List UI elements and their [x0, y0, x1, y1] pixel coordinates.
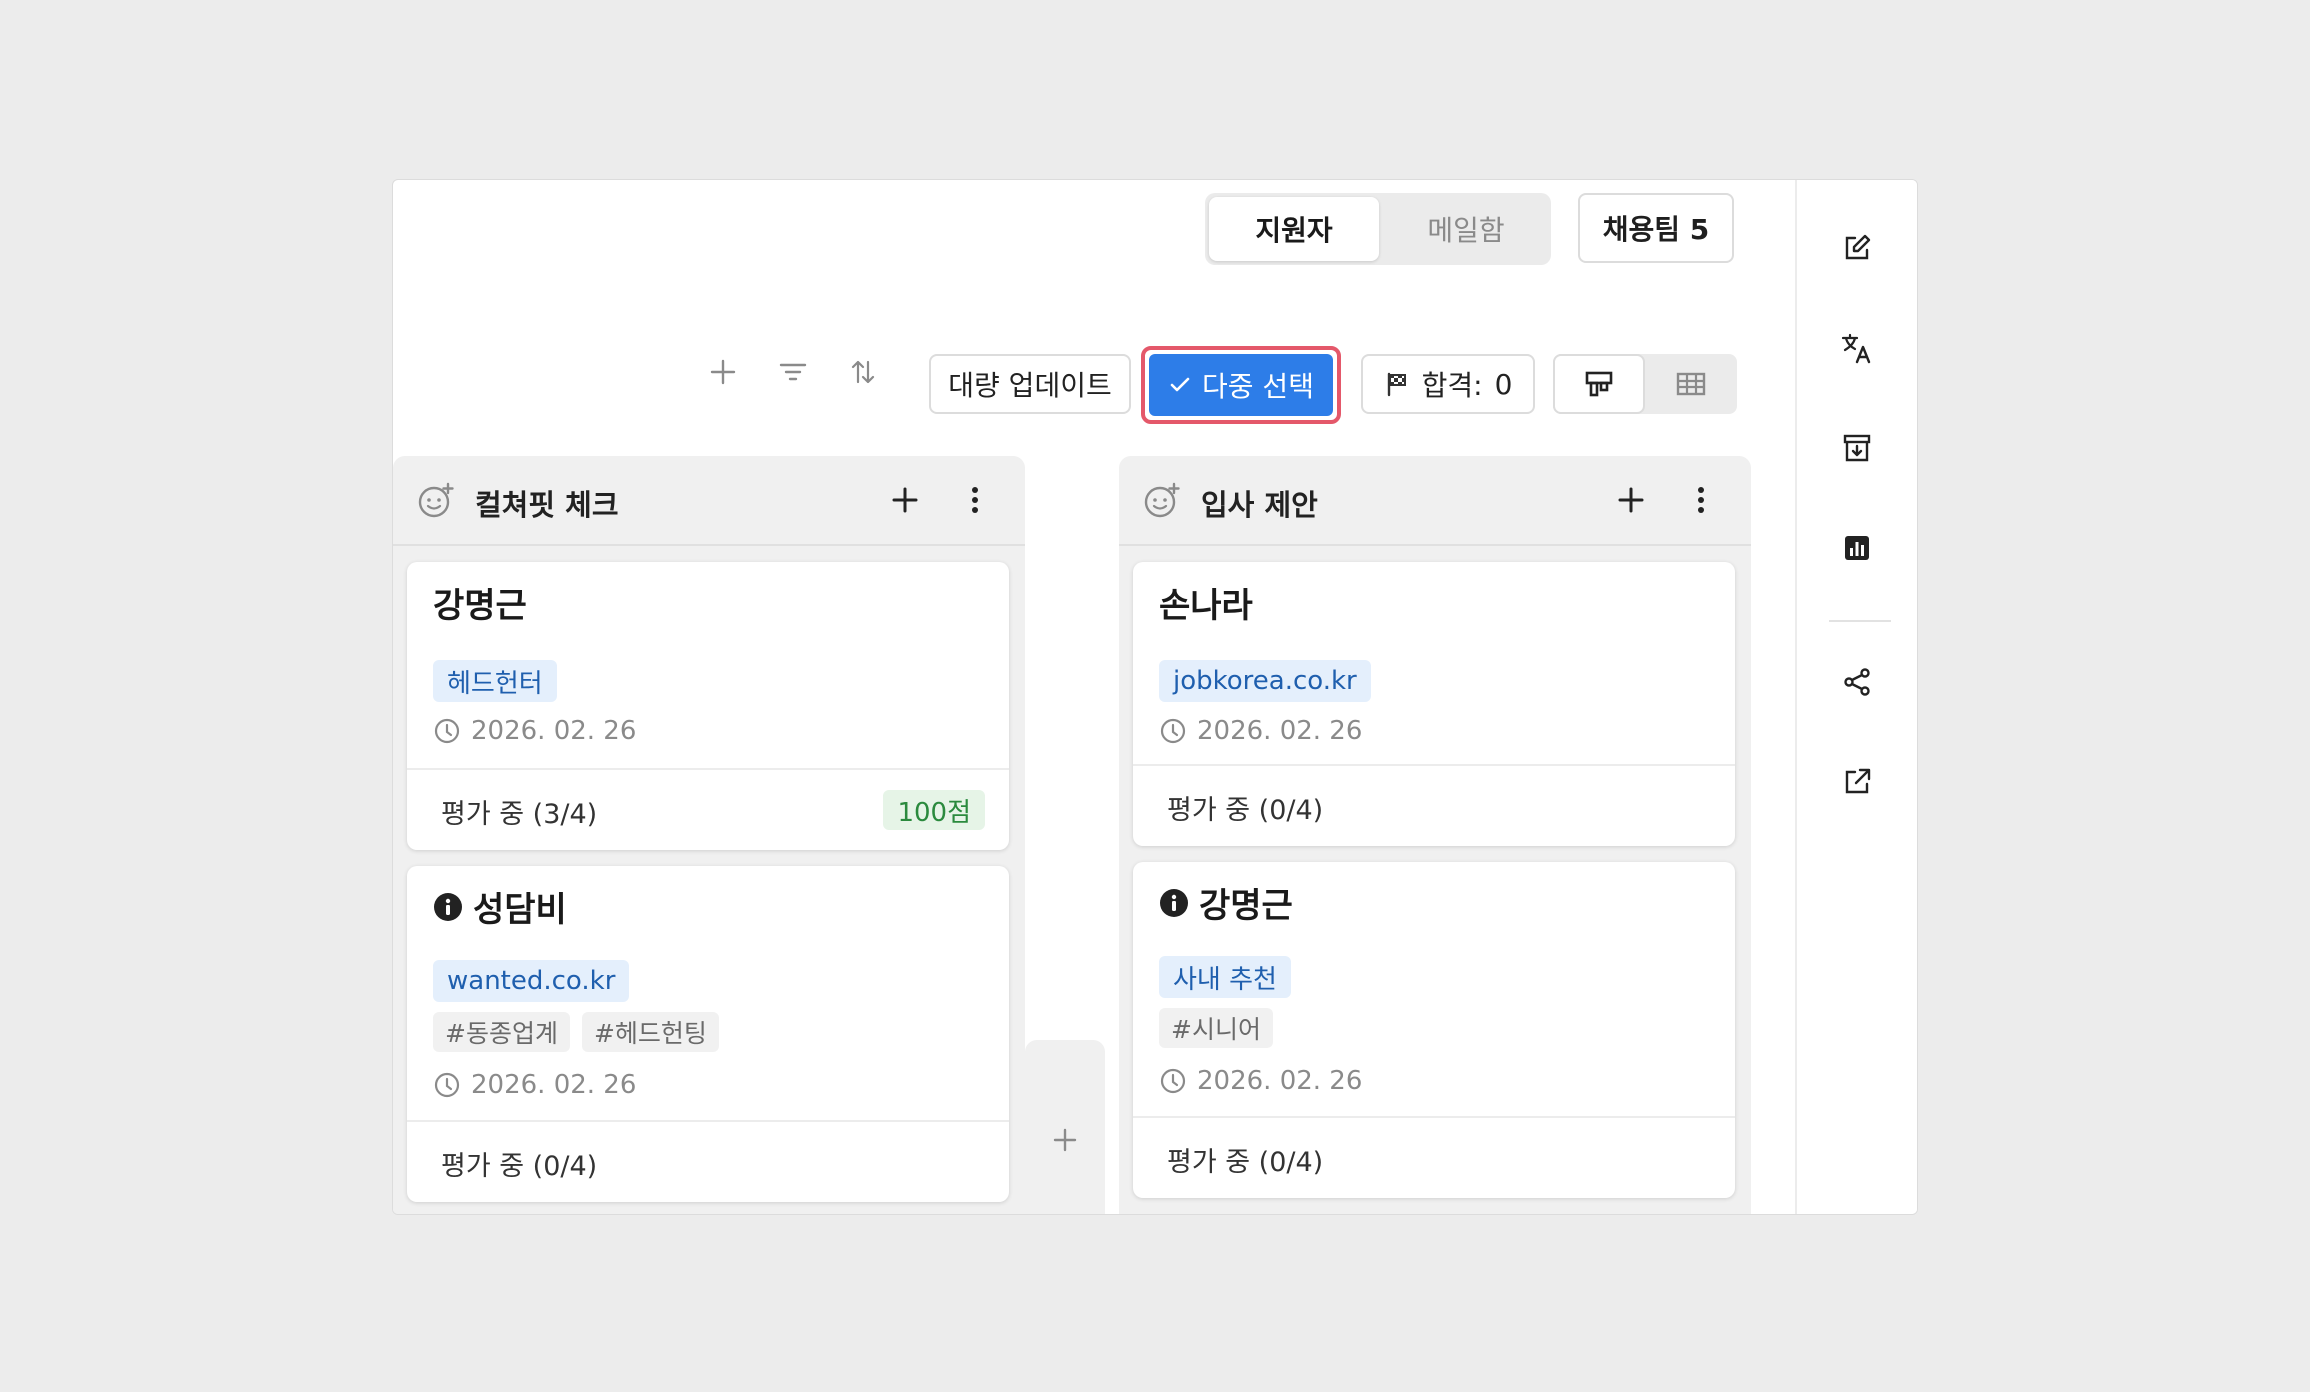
hashtag-list: #동종업계 #헤드헌팅 [433, 1012, 719, 1052]
info-icon [434, 892, 462, 921]
column-title: 컬쳐핏 체크 [475, 488, 619, 522]
app-window: 지원자 메일함 채용팀 5 대량 업데이트 다중 선택 합격: 0 컬쳐핏 체크… [392, 179, 1918, 1215]
multi-select-highlight: 다중 선택 [1141, 346, 1341, 424]
add-card-icon[interactable] [885, 480, 925, 520]
flag-icon [1387, 372, 1406, 397]
clock-icon [434, 1072, 460, 1098]
clock-icon [1160, 718, 1186, 744]
clock-icon [434, 718, 460, 744]
hashtag: #시니어 [1159, 1008, 1273, 1048]
hashtag: #헤드헌팅 [581, 1012, 719, 1052]
pipeline-column-culture-fit: 컬쳐핏 체크 강명근 헤드헌터 2026. 02. 26 평가 중 (3/4) … [393, 456, 1025, 1214]
check-icon [1170, 377, 1190, 392]
info-icon [1160, 888, 1188, 917]
bulk-update-button[interactable]: 대량 업데이트 [929, 354, 1131, 414]
board-view-button[interactable] [1553, 354, 1645, 414]
date-row: 2026. 02. 26 [1159, 1066, 1362, 1096]
card-footer: 평가 중 (0/4) [407, 1120, 1009, 1202]
add-column[interactable] [1025, 1040, 1105, 1214]
more-vertical-icon[interactable] [1681, 480, 1721, 520]
multi-select-label: 다중 선택 [1202, 370, 1314, 403]
filter-icon[interactable] [771, 350, 815, 394]
multi-select-button[interactable]: 다중 선택 [1149, 354, 1333, 416]
source-tag: 헤드헌터 [433, 660, 557, 702]
score-badge: 100점 [883, 790, 985, 830]
source-tag: wanted.co.kr [433, 960, 630, 1002]
more-vertical-icon[interactable] [955, 480, 995, 520]
applied-date: 2026. 02. 26 [471, 716, 637, 746]
share-icon[interactable] [1839, 664, 1875, 700]
candidate-name: 손나라 [1159, 586, 1253, 626]
sidebar-divider [1829, 620, 1891, 622]
sort-icon[interactable] [841, 350, 885, 394]
candidate-card[interactable]: 성담비 wanted.co.kr #동종업계 #헤드헌팅 2026. 02. 2… [407, 866, 1009, 1202]
evaluation-status: 평가 중 (0/4) [1167, 795, 1324, 826]
date-row: 2026. 02. 26 [433, 1070, 636, 1100]
candidate-card[interactable]: 손나라 jobkorea.co.kr 2026. 02. 26 평가 중 (0/… [1133, 562, 1735, 846]
pass-count-button[interactable]: 합격: 0 [1361, 354, 1535, 414]
candidate-name: 강명근 [1199, 886, 1293, 926]
hiring-team-button[interactable]: 채용팀 5 [1578, 193, 1734, 263]
plus-icon[interactable] [701, 350, 745, 394]
pipeline-column-offer: 입사 제안 손나라 jobkorea.co.kr 2026. 02. 26 평가… [1119, 456, 1751, 1214]
applied-date: 2026. 02. 26 [1197, 716, 1363, 746]
applied-date: 2026. 02. 26 [471, 1070, 637, 1100]
smiley-plus-icon [1144, 482, 1180, 518]
candidate-name-row: 강명근 [1159, 878, 1293, 927]
card-footer: 평가 중 (3/4) 100점 [407, 768, 1009, 850]
card-footer: 평가 중 (0/4) [1133, 764, 1735, 846]
edit-icon[interactable] [1839, 230, 1875, 266]
hashtag-list: #시니어 [1159, 1008, 1273, 1048]
date-row: 2026. 02. 26 [1159, 716, 1362, 746]
evaluation-status: 평가 중 (3/4) [441, 799, 598, 830]
source-tag: jobkorea.co.kr [1159, 660, 1371, 702]
column-header: 입사 제안 [1119, 456, 1751, 546]
applied-date: 2026. 02. 26 [1197, 1066, 1363, 1096]
smiley-plus-icon [418, 482, 454, 518]
view-tabs: 지원자 메일함 [1205, 193, 1551, 265]
table-view-button[interactable] [1645, 354, 1737, 414]
evaluation-status: 평가 중 (0/4) [1167, 1147, 1324, 1178]
evaluation-status: 평가 중 (0/4) [441, 1151, 598, 1182]
candidate-card[interactable]: 강명근 헤드헌터 2026. 02. 26 평가 중 (3/4) 100점 [407, 562, 1009, 850]
clock-icon [1160, 1068, 1186, 1094]
column-header: 컬쳐핏 체크 [393, 456, 1025, 546]
candidate-name: 성담비 [473, 890, 567, 930]
hashtag: #동종업계 [433, 1012, 570, 1052]
tab-applicants[interactable]: 지원자 [1209, 197, 1379, 261]
add-card-icon[interactable] [1611, 480, 1651, 520]
date-row: 2026. 02. 26 [433, 716, 636, 746]
candidate-card[interactable]: 강명근 사내 추천 #시니어 2026. 02. 26 평가 중 (0/4) [1133, 862, 1735, 1198]
archive-icon[interactable] [1839, 430, 1875, 466]
view-mode-toggle [1553, 354, 1737, 414]
card-footer: 평가 중 (0/4) [1133, 1116, 1735, 1198]
pass-label: 합격: [1421, 369, 1483, 402]
right-sidebar [1795, 180, 1917, 1214]
board-view-icon [1585, 371, 1613, 397]
chart-icon[interactable] [1839, 530, 1875, 566]
tab-mailbox[interactable]: 메일함 [1381, 197, 1551, 261]
pass-count: 0 [1494, 367, 1513, 401]
column-title: 입사 제안 [1201, 488, 1318, 522]
external-link-icon[interactable] [1839, 764, 1875, 800]
table-view-icon [1676, 372, 1706, 396]
source-tag: 사내 추천 [1159, 956, 1291, 998]
translate-icon[interactable] [1839, 330, 1875, 366]
candidate-name: 강명근 [433, 586, 527, 626]
candidate-name-row: 성담비 [433, 882, 567, 931]
plus-icon[interactable] [1045, 1120, 1085, 1160]
